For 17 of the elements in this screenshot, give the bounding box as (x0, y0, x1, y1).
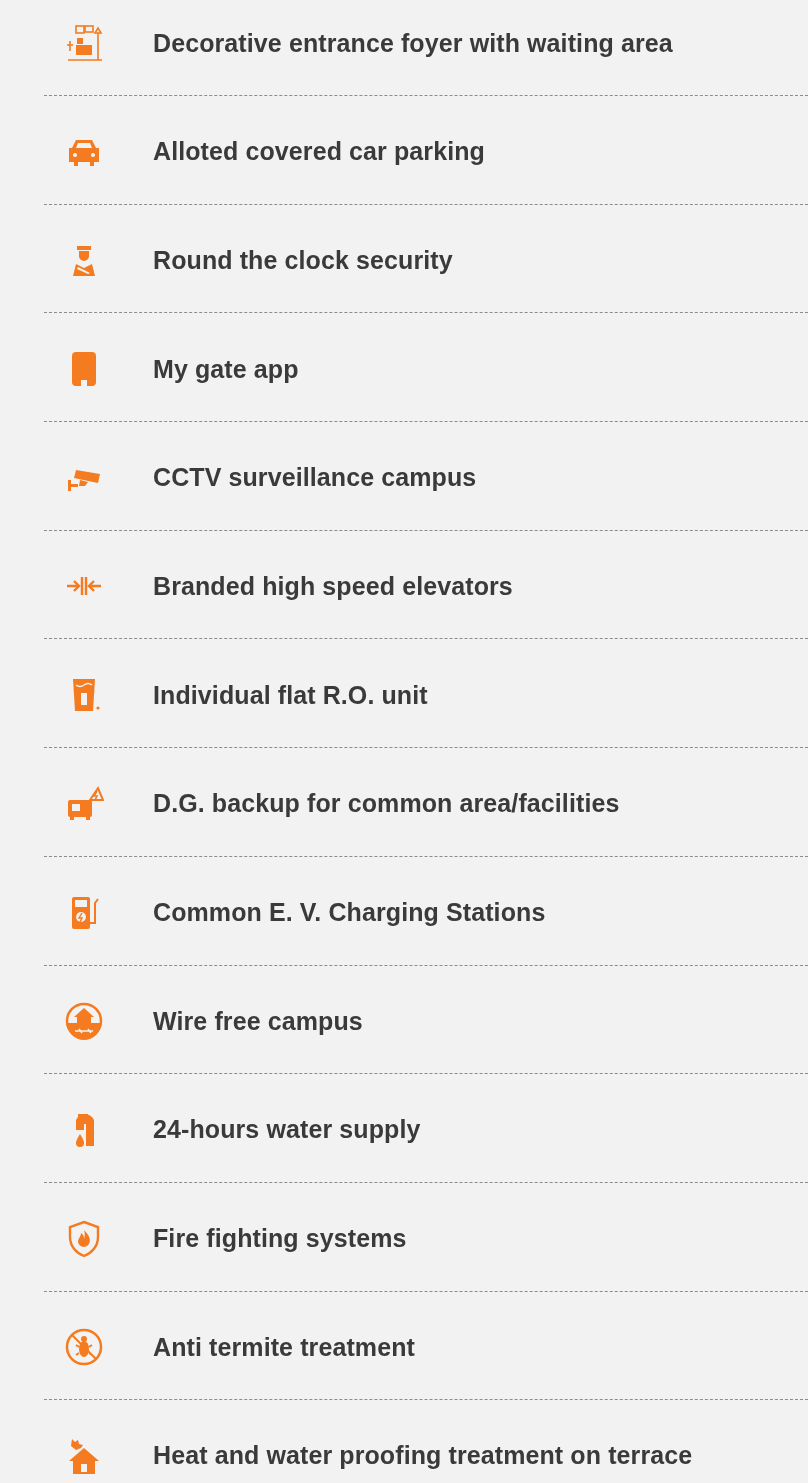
amenity-label: Alloted covered car parking (153, 137, 485, 167)
amenity-label: Individual flat R.O. unit (153, 680, 428, 710)
amenity-label: CCTV surveillance campus (153, 463, 477, 493)
lobby-furniture-icon (64, 23, 104, 63)
amenity-label: D.G. backup for common area/facilities (153, 789, 620, 819)
amenity-label: Fire fighting systems (153, 1224, 407, 1254)
amenity-label: Common E. V. Charging Stations (153, 898, 546, 927)
amenity-label: Decorative entrance foyer with waiting area (153, 28, 673, 58)
no-termite-icon (64, 1327, 104, 1368)
amenity-label: Round the clock security (153, 245, 453, 275)
amenity-label: Branded high speed elevators (153, 571, 513, 601)
amenity-label: 24-hours water supply (153, 1115, 421, 1145)
amenity-label: Anti termite treatment (153, 1332, 415, 1362)
amenity-label: Heat and water proofing treatment on terrace (153, 1441, 693, 1471)
amenity-label: My gate app (153, 354, 299, 384)
house-circle-icon (64, 1001, 104, 1042)
amenity-label: Wire free campus (153, 1006, 363, 1036)
